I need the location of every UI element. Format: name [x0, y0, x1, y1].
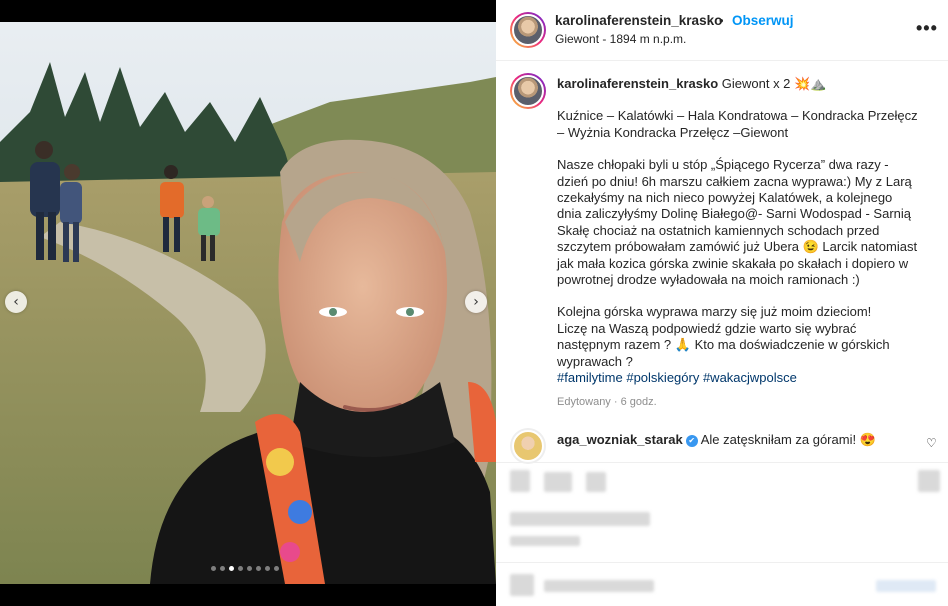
caption-line: – Wyżnia Kondracka Przełęcz –Giewont — [557, 124, 789, 140]
carousel-dot — [220, 566, 225, 571]
hashtags[interactable]: #familytime #polskiegóry #wakacjwpolsce — [557, 370, 797, 385]
heart-icon[interactable]: ♡ — [926, 436, 937, 450]
carousel-dot — [211, 566, 216, 571]
carousel-dot — [256, 566, 261, 571]
author-username[interactable]: karolinaferenstein_krasko — [555, 13, 722, 28]
commenter-avatar[interactable] — [510, 428, 546, 464]
caption-title: Giewont x 2 💥⛰️ — [721, 76, 827, 91]
blurred-content — [544, 472, 572, 492]
chevron-right-icon[interactable]: › — [465, 291, 487, 313]
caption-route: Kuźnice – Kalatówki – Hala Kondratowa – … — [557, 108, 929, 141]
carousel-dot — [238, 566, 243, 571]
carousel-dot — [274, 566, 279, 571]
caption-line: dzień po dniu! 6h marszu całkiem zacna w… — [557, 173, 912, 189]
blurred-content — [510, 470, 530, 492]
caption-avatar[interactable] — [510, 73, 546, 109]
caption-line: szczytem próbowałam zamówić już Ubera 😉 … — [557, 239, 918, 255]
post-side-panel: karolinaferenstein_krasko • Obserwuj Gie… — [496, 0, 948, 606]
post-caption: karolinaferenstein_krasko Giewont x 2 💥⛰… — [557, 76, 929, 387]
avatar[interactable] — [510, 12, 546, 48]
location-link[interactable]: Giewont - 1894 m n.p.m. — [555, 32, 686, 46]
caption-line: następnym razem ? 🙏 Kto ma doświadczenie… — [557, 337, 890, 353]
carousel-dot — [247, 566, 252, 571]
caption-question: Kolejna górska wyprawa marzy się już moi… — [557, 304, 929, 370]
comment-username[interactable]: aga_wozniak_starak — [557, 432, 683, 447]
blurred-content — [510, 574, 534, 596]
blurred-content — [586, 472, 606, 492]
carousel-indicator — [211, 566, 279, 571]
follow-button[interactable]: Obserwuj — [732, 13, 794, 28]
carousel-dot — [265, 566, 270, 571]
caption-line: Skałę chociaż na ostatnich kamiennych sc… — [557, 222, 880, 238]
caption-line: Nasze chłopaki byli u stóp „Śpiącego Ryc… — [557, 157, 889, 173]
caption-line: Liczę na Waszą podpowiedź gdzie warto si… — [557, 320, 857, 336]
caption-story: Nasze chłopaki byli u stóp „Śpiącego Ryc… — [557, 157, 929, 288]
photo-panel: ‹ › — [0, 0, 496, 606]
post-meta: Edytowany · 6 godz. — [557, 396, 657, 408]
blurred-content — [510, 536, 580, 546]
post-viewer: ‹ › karolinaferenstein_krasko • Obserwuj… — [0, 0, 948, 606]
blurred-content — [510, 512, 650, 526]
verified-icon: ✔ — [685, 434, 698, 447]
caption-line: dnia zaliczyłyśmy Dolinę Białego@- Sarni… — [557, 206, 912, 222]
divider — [496, 462, 948, 463]
caption-line: czekałyśmy na nich nieco powyżej Kalatów… — [557, 190, 893, 206]
post-header: karolinaferenstein_krasko • Obserwuj Gie… — [496, 0, 948, 61]
blurred-content — [544, 580, 654, 592]
comment: aga_wozniak_starak ✔ Ale zatęskniłam za gó… — [557, 432, 876, 448]
post-photo[interactable] — [0, 22, 496, 584]
mountain-selfie-image — [0, 22, 496, 584]
carousel-dot — [229, 566, 234, 571]
more-icon[interactable]: ••• — [916, 18, 938, 39]
caption-line: jak mała kozica górska zwinie skakała po… — [557, 255, 909, 271]
blurred-content — [918, 470, 940, 492]
blurred-content — [876, 580, 936, 592]
caption-line: wyprawach ? — [557, 353, 633, 369]
divider — [496, 562, 948, 563]
caption-username[interactable]: karolinaferenstein_krasko — [557, 76, 718, 91]
caption-line: Kuźnice – Kalatówki – Hala Kondratowa – … — [557, 108, 918, 124]
caption-line: powrotnej drodze wyładowała na moich ram… — [557, 272, 860, 288]
comment-text: Ale zatęskniłam za górami! 😍 — [700, 432, 876, 447]
caption-line: Kolejna górska wyprawa marzy się już moi… — [557, 304, 872, 320]
separator-dot: • — [719, 13, 724, 28]
chevron-left-icon[interactable]: ‹ — [5, 291, 27, 313]
